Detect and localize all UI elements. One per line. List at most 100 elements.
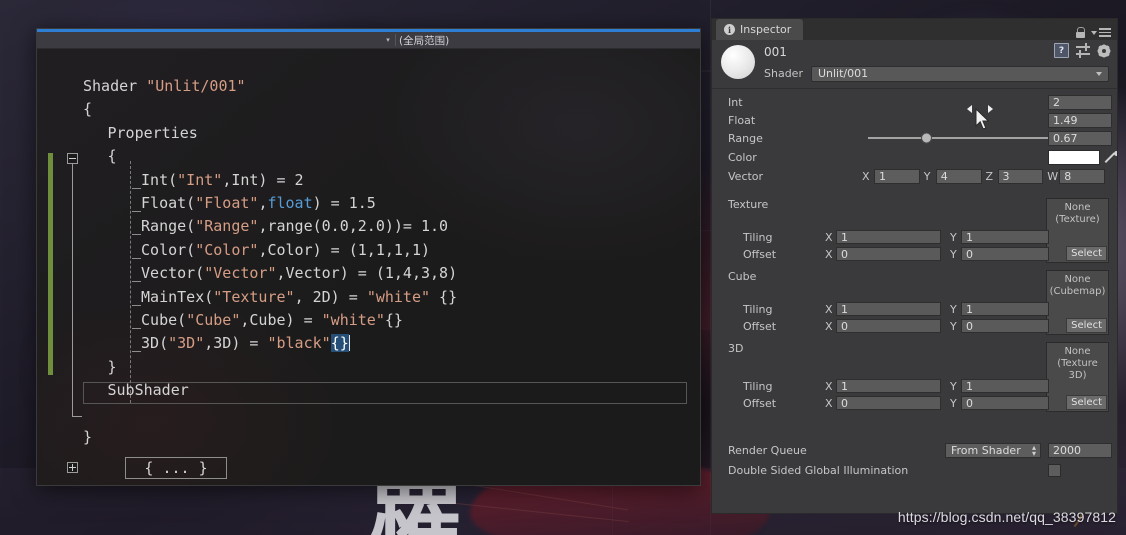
- offset-x-field[interactable]: 0: [836, 247, 941, 261]
- gear-icon[interactable]: [1098, 45, 1110, 57]
- render-queue-row: Render Queue From Shader ▴ ▾ 2000: [712, 440, 1117, 460]
- updown-arrows-icon: ▴ ▾: [1031, 442, 1036, 458]
- vector-y-field[interactable]: 4: [935, 168, 982, 184]
- tiling-row: Tiling X 1 Y 1: [712, 229, 1117, 245]
- tiling-x-field[interactable]: 1: [836, 379, 941, 393]
- vector-w-field[interactable]: 8: [1059, 168, 1105, 184]
- tiling-x-field[interactable]: 1: [836, 302, 941, 316]
- preset-icon[interactable]: [1076, 43, 1091, 58]
- property-label: Int: [728, 95, 743, 109]
- vector-z-field[interactable]: 3: [997, 168, 1044, 184]
- vector-x-field[interactable]: 1: [874, 168, 920, 184]
- shader-properties-list: Int 2 Float 1.49 Range 0.67 Color Vector…: [712, 89, 1117, 185]
- code-line[interactable]: }: [83, 426, 92, 449]
- object-field-none-line1: None: [1064, 274, 1091, 285]
- property-value-field[interactable]: 1.49: [1048, 112, 1112, 128]
- material-preview-sphere[interactable]: [721, 45, 755, 79]
- color-swatch-field[interactable]: [1048, 149, 1100, 165]
- offset-y-field[interactable]: 0: [961, 247, 1049, 261]
- vector-component-x: X 1: [862, 168, 924, 184]
- navbar-scope-label[interactable]: (全局范围): [399, 33, 449, 48]
- render-queue-value[interactable]: 2000: [1048, 442, 1112, 458]
- tiling-row: Tiling X 1 Y 1: [712, 378, 1117, 394]
- lock-icon[interactable]: [1076, 27, 1085, 38]
- range-slider-knob[interactable]: [920, 132, 932, 144]
- code-token: ,3D) =: [204, 334, 268, 353]
- property-row-float: Float 1.49: [712, 111, 1117, 129]
- code-token: _Int(: [132, 170, 178, 189]
- axis-label-x: X: [862, 169, 870, 183]
- tiling-y-field[interactable]: 1: [961, 379, 1049, 393]
- vector-component-z: Z 3: [986, 168, 1048, 184]
- code-token: SubShader: [107, 381, 189, 400]
- axis-label-w: W: [1047, 169, 1059, 183]
- code-line[interactable]: _Range("Range",range(0.0,2.0))= 1.0: [83, 215, 448, 238]
- render-settings: Render Queue From Shader ▴ ▾ 2000 Double …: [712, 440, 1117, 480]
- code-line[interactable]: _Float("Float",float) = 1.5: [83, 192, 376, 215]
- axis-label-y: Y: [950, 230, 957, 244]
- offset-label: Offset: [743, 396, 777, 410]
- tiling-y-field[interactable]: 1: [961, 230, 1049, 244]
- code-token: ,Int) = 2: [222, 170, 304, 189]
- tiling-y-field[interactable]: 1: [961, 302, 1049, 316]
- editor-text-area[interactable]: { ... } Shader "Unlit/001" {Properties {_I…: [37, 49, 700, 485]
- object-field-none-line2: (Texture): [1055, 214, 1100, 225]
- unity-inspector-panel: i Inspector 001 Shader Unlit/001 ? Int 2…: [711, 18, 1118, 514]
- code-token: }: [83, 428, 93, 446]
- code-token: _Color(: [132, 240, 196, 259]
- code-line[interactable]: }: [83, 356, 117, 379]
- mouse-cursor: [967, 104, 1001, 132]
- code-token: ,range(0.0,2.0))= 1.0: [258, 217, 449, 236]
- wallpaper-cjk-large: 罹: [368, 469, 464, 535]
- code-line[interactable]: _Vector("Vector",Vector) = (1,4,3,8): [83, 262, 457, 285]
- fold-region-line: [72, 159, 73, 417]
- expand-region-icon[interactable]: [67, 462, 78, 473]
- code-line[interactable]: {: [83, 145, 117, 168]
- code-line[interactable]: [83, 403, 117, 426]
- code-line[interactable]: Properties: [83, 122, 198, 145]
- axis-label-x: X: [825, 379, 833, 393]
- code-line[interactable]: _Color("Color",Color) = (1,1,1,1): [83, 239, 430, 262]
- axis-label-y: Y: [950, 319, 957, 333]
- double-sided-gi-checkbox[interactable]: [1048, 463, 1061, 477]
- offset-x-field[interactable]: 0: [836, 319, 941, 333]
- code-token: {}: [330, 334, 349, 353]
- code-line[interactable]: Shader "Unlit/001": [83, 75, 246, 98]
- inspector-tabbar: i Inspector: [712, 19, 1117, 40]
- code-line[interactable]: _Int("Int",Int) = 2: [83, 169, 304, 192]
- tiling-x-field[interactable]: 1: [836, 230, 941, 244]
- tab-inspector[interactable]: i Inspector: [716, 19, 804, 40]
- navbar-left-dropdown-arrow[interactable]: ▾: [382, 36, 394, 44]
- menu-icon[interactable]: [1091, 28, 1111, 37]
- collapse-region-icon[interactable]: [67, 153, 78, 164]
- code-line[interactable]: SubShader: [83, 379, 189, 402]
- code-line[interactable]: _Cube("Cube",Cube) = "white"{}: [83, 309, 403, 332]
- code-line[interactable]: {: [83, 98, 92, 121]
- code-token: ,Color) = (1,1,1,1): [258, 240, 431, 259]
- shader-dropdown[interactable]: Unlit/001: [810, 65, 1109, 82]
- code-token: _Cube(: [132, 311, 187, 329]
- code-token: ,Vector) = (1,4,3,8): [276, 264, 458, 283]
- texture-block-cube: Cube None (Cubemap) Select Tiling X 1 Y …: [712, 270, 1117, 342]
- code-line[interactable]: _3D("3D",3D) = "black"{}: [83, 332, 350, 355]
- collapsed-region-box[interactable]: { ... }: [125, 457, 227, 479]
- code-token: Shader: [83, 77, 147, 95]
- property-value-field[interactable]: 2: [1048, 94, 1112, 110]
- code-editor-window: ▾ (全局范围) { ... } Shader "Unlit/001" {Prop…: [36, 28, 701, 486]
- double-sided-gi-label: Double Sided Global Illumination: [728, 463, 909, 477]
- fold-region-foot: [72, 416, 82, 417]
- code-line[interactable]: _MainTex("Texture", 2D) = "white" {}: [83, 286, 457, 309]
- offset-y-field[interactable]: 0: [961, 396, 1049, 410]
- object-field-none-line1: None: [1064, 202, 1091, 213]
- eyedropper-icon[interactable]: [1106, 150, 1117, 164]
- render-queue-dropdown[interactable]: From Shader ▴ ▾: [945, 442, 1041, 458]
- property-label: Float: [728, 113, 756, 127]
- navbar-separator: [395, 34, 396, 46]
- material-header: 001 Shader Unlit/001 ?: [712, 40, 1117, 86]
- help-icon[interactable]: ?: [1054, 43, 1069, 58]
- editor-navigation-bar[interactable]: ▾ (全局范围): [37, 32, 700, 49]
- offset-x-field[interactable]: 0: [836, 396, 941, 410]
- offset-y-field[interactable]: 0: [961, 319, 1049, 333]
- watermark-url: https://blog.csdn.net/qq_38397812: [897, 509, 1116, 525]
- property-value-field[interactable]: 0.67: [1048, 130, 1112, 146]
